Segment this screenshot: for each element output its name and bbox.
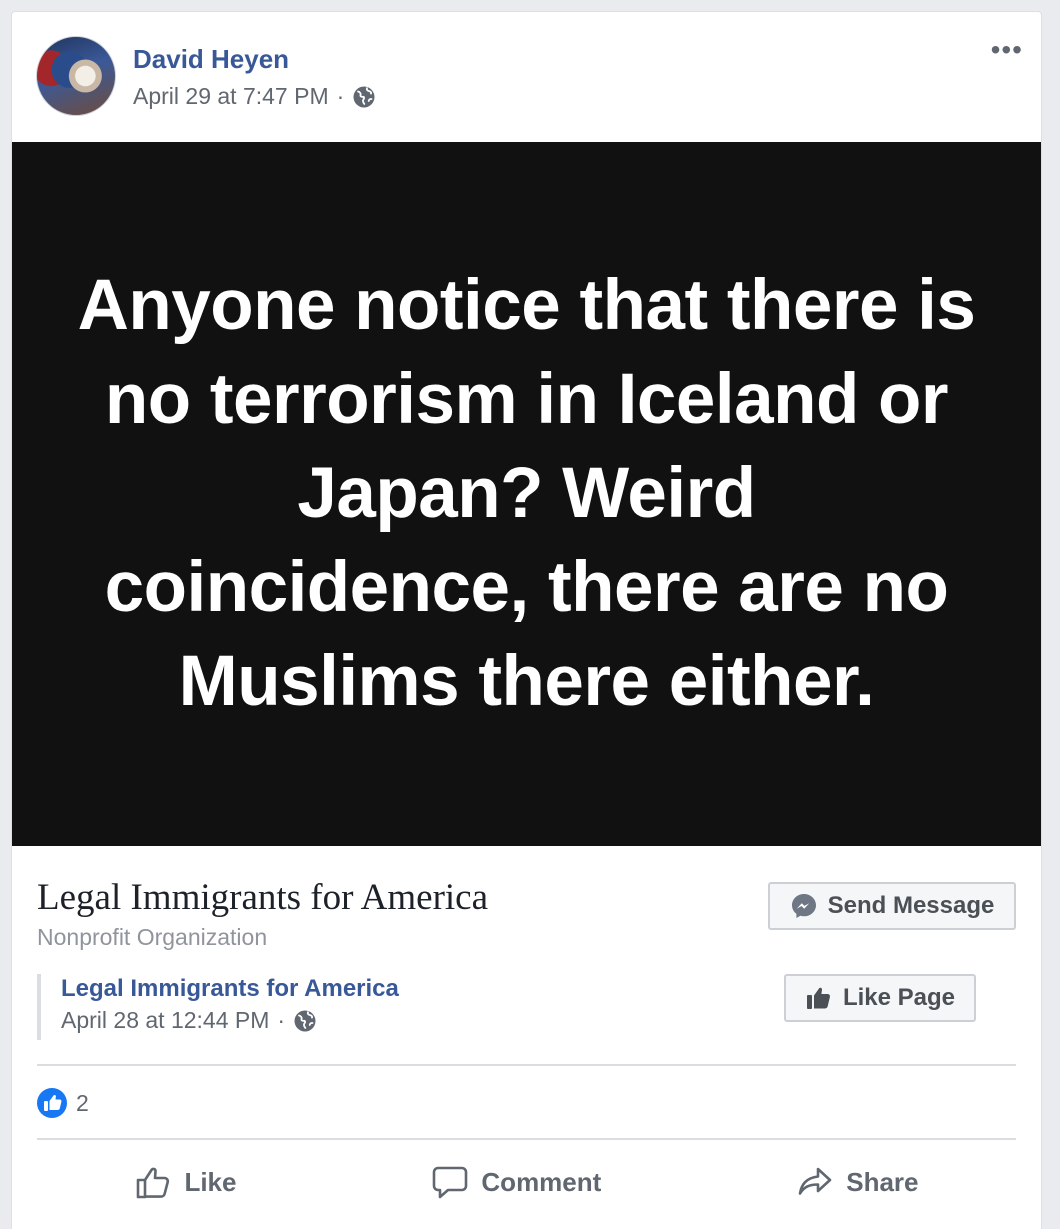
share-label: Share — [846, 1166, 919, 1197]
thumbs-up-icon — [806, 987, 830, 1009]
post-actions: Like Comment Share — [37, 1152, 1016, 1212]
shared-post-quote: Legal Immigrants for America April 28 at… — [37, 974, 399, 1040]
messenger-icon — [791, 894, 816, 918]
post-meta: April 29 at 7:47 PM · — [133, 83, 376, 110]
reactions-summary[interactable]: 2 — [36, 1087, 89, 1119]
quote-timestamp[interactable]: April 28 at 12:44 PM — [61, 1007, 269, 1034]
send-message-label: Send Message — [827, 892, 995, 919]
author-avatar[interactable] — [36, 36, 116, 116]
send-message-button[interactable]: Send Message — [768, 882, 1016, 930]
reaction-count: 2 — [76, 1089, 89, 1116]
like-button[interactable]: Like — [134, 1163, 236, 1201]
shared-page-category: Nonprofit Organization — [37, 924, 268, 950]
post-timestamp[interactable]: April 29 at 7:47 PM — [133, 83, 329, 110]
like-page-button[interactable]: Like Page — [784, 974, 976, 1022]
thumbs-up-outline-icon — [137, 1167, 170, 1199]
post-image[interactable]: Anyone notice that there is no terrorism… — [12, 142, 1041, 846]
comment-icon — [433, 1166, 468, 1199]
post-card: David Heyen April 29 at 7:47 PM · ••• An… — [11, 11, 1042, 1229]
share-icon — [798, 1167, 832, 1195]
divider — [37, 1138, 1016, 1140]
shared-page-name[interactable]: Legal Immigrants for America — [37, 876, 488, 919]
quote-separator: · — [277, 1007, 286, 1033]
globe-icon[interactable] — [293, 1009, 317, 1033]
meta-separator: · — [336, 83, 345, 109]
like-label: Like — [184, 1166, 237, 1197]
comment-button[interactable]: Comment — [431, 1163, 601, 1201]
divider — [37, 1064, 1016, 1066]
share-button[interactable]: Share — [796, 1163, 919, 1201]
author-name[interactable]: David Heyen — [133, 44, 289, 75]
comment-label: Comment — [481, 1166, 602, 1197]
quote-meta: April 28 at 12:44 PM · — [61, 1007, 399, 1034]
quote-page-name[interactable]: Legal Immigrants for America — [61, 975, 399, 1003]
post-image-text: Anyone notice that there is no terrorism… — [77, 266, 976, 721]
like-badge-icon — [37, 1088, 67, 1118]
like-page-label: Like Page — [842, 984, 956, 1011]
more-options-icon[interactable]: ••• — [991, 36, 1023, 64]
globe-icon[interactable] — [352, 85, 376, 109]
